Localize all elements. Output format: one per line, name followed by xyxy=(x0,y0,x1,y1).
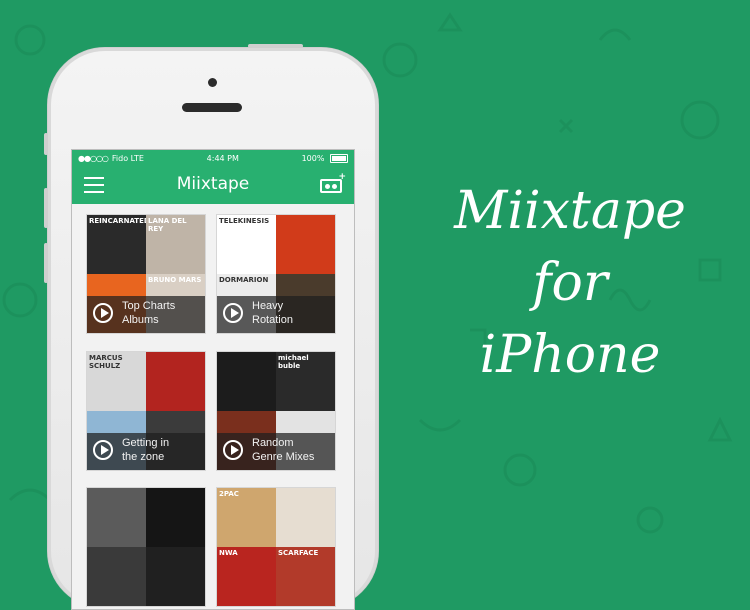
headline-line: for xyxy=(532,253,608,313)
album-tile: TELEKINESIS xyxy=(217,215,276,274)
card-caption: Top Charts Albums xyxy=(87,296,205,333)
app-screen: ●●○○○ Fido LTE 4:44 PM 100% Miixtape + R… xyxy=(71,149,355,610)
promo-headline: Miixtape for iPhone xyxy=(410,175,730,391)
card-title: Getting in the zone xyxy=(122,437,170,463)
album-tile: NWA xyxy=(217,547,276,606)
battery-icon xyxy=(330,154,348,163)
play-icon[interactable] xyxy=(223,303,243,323)
album-art-collage xyxy=(87,488,205,606)
headline-line: iPhone xyxy=(479,325,661,385)
headline-line: Miixtape xyxy=(454,181,686,241)
card-title: Top Charts Albums xyxy=(122,300,176,326)
status-bar: ●●○○○ Fido LTE 4:44 PM 100% xyxy=(72,150,354,167)
mute-switch xyxy=(44,133,48,155)
cassette-add-icon[interactable]: + xyxy=(320,172,346,193)
volume-down-button xyxy=(44,243,48,283)
iphone-mockup: ●●○○○ Fido LTE 4:44 PM 100% Miixtape + R… xyxy=(44,44,379,610)
album-art-collage: 2PAC NWA SCARFACE xyxy=(217,488,335,606)
card-title: Random Genre Mixes xyxy=(252,437,315,463)
card-title: Heavy Rotation xyxy=(252,300,293,326)
album-tile xyxy=(276,215,335,274)
play-icon[interactable] xyxy=(93,303,113,323)
album-tile: 2PAC xyxy=(217,488,276,547)
nav-bar: Miixtape + xyxy=(72,167,354,204)
playlist-card-heavy-rotation[interactable]: TELEKINESIS DORMARION Heavy Rotation xyxy=(217,215,335,333)
album-tile xyxy=(146,488,205,547)
album-tile: REINCARNATED xyxy=(87,215,146,274)
battery-percent: 100% xyxy=(301,154,325,163)
clock: 4:44 PM xyxy=(206,154,239,163)
play-icon[interactable] xyxy=(223,440,243,460)
album-tile xyxy=(87,488,146,547)
card-caption: Random Genre Mixes xyxy=(217,433,335,470)
album-tile: SCARFACE xyxy=(276,547,335,606)
nav-title: Miixtape xyxy=(176,174,250,194)
playlist-card-getting-in-the-zone[interactable]: MARCUS SCHULZ Getting in the zone xyxy=(87,352,205,470)
album-tile: LANA DEL REY xyxy=(146,215,205,274)
volume-up-button xyxy=(44,188,48,228)
power-button xyxy=(248,44,303,48)
playlist-card-top-charts[interactable]: REINCARNATED LANA DEL REY BRUNO MARS Top… xyxy=(87,215,205,333)
album-tile xyxy=(217,352,276,411)
playlist-card-random-genre-mixes[interactable]: michael buble Random Genre Mixes xyxy=(217,352,335,470)
earpiece-speaker xyxy=(182,103,242,112)
carrier-label: Fido LTE xyxy=(111,154,144,163)
album-tile: MARCUS SCHULZ xyxy=(87,352,146,411)
album-tile xyxy=(146,547,205,606)
card-caption: Heavy Rotation xyxy=(217,296,335,333)
album-tile xyxy=(87,547,146,606)
album-tile: michael buble xyxy=(276,352,335,411)
signal-icon: ●●○○○ xyxy=(78,154,109,163)
card-caption: Getting in the zone xyxy=(87,433,205,470)
album-tile xyxy=(276,488,335,547)
play-icon[interactable] xyxy=(93,440,113,460)
playlist-card[interactable] xyxy=(87,488,205,606)
album-tile xyxy=(146,352,205,411)
front-camera xyxy=(208,78,217,87)
playlist-card[interactable]: 2PAC NWA SCARFACE xyxy=(217,488,335,606)
